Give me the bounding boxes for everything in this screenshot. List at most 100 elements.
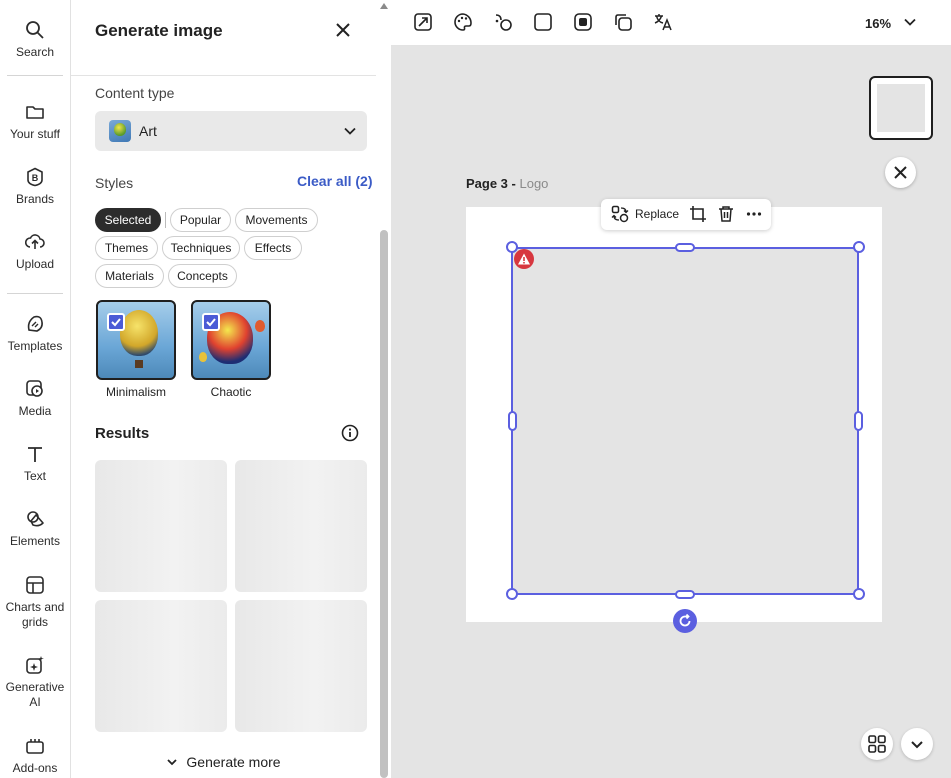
canvas-close-button[interactable] xyxy=(885,157,916,188)
rail-item-addons[interactable]: Add-ons xyxy=(0,736,70,776)
sparkle-icon xyxy=(26,656,44,674)
scroll-up-arrow-icon[interactable] xyxy=(380,3,388,9)
generate-more-button[interactable]: Generate more xyxy=(71,754,376,770)
result-placeholder[interactable] xyxy=(95,600,227,732)
templates-icon xyxy=(27,315,43,332)
animate-button[interactable] xyxy=(493,12,515,34)
effects-button[interactable] xyxy=(453,12,475,34)
rail-item-brands[interactable]: B Brands xyxy=(0,167,70,207)
border-button[interactable] xyxy=(533,12,555,34)
resize-handle-bottom-right[interactable] xyxy=(853,588,865,600)
chip-popular[interactable]: Popular xyxy=(170,208,231,232)
rail-label: Brands xyxy=(15,192,55,206)
chip-techniques[interactable]: Techniques xyxy=(162,236,240,260)
page-number: Page 3 - xyxy=(466,176,516,191)
chevron-down-icon xyxy=(911,741,923,749)
zoom-level[interactable]: 16% xyxy=(865,16,891,31)
floating-toolbar: Replace xyxy=(601,199,771,230)
info-icon[interactable] xyxy=(341,424,359,447)
resize-handle-top[interactable] xyxy=(675,243,695,252)
chip-movements[interactable]: Movements xyxy=(235,208,318,232)
style-name-chaotic: Chaotic xyxy=(210,385,252,399)
rail-item-generative-ai[interactable]: Generative AI xyxy=(0,655,70,710)
brand-icon: B xyxy=(27,167,43,187)
rail-label: Templates xyxy=(7,339,63,353)
panel-close-button[interactable] xyxy=(331,18,355,42)
mask-button[interactable] xyxy=(573,12,595,34)
chevron-down-icon[interactable] xyxy=(903,15,917,29)
shapes-icon xyxy=(495,14,512,31)
page-name: Logo xyxy=(519,176,549,191)
rail-label: Text xyxy=(23,469,46,483)
resize-handle-left[interactable] xyxy=(508,411,517,431)
warning-badge[interactable] xyxy=(514,249,534,269)
resize-button[interactable] xyxy=(413,12,435,34)
grid-icon xyxy=(868,735,886,753)
folder-icon xyxy=(26,106,44,119)
crop-button[interactable] xyxy=(689,205,707,223)
charts-icon xyxy=(26,576,44,594)
rail-item-charts[interactable]: Charts and grids xyxy=(0,575,70,630)
delete-button[interactable] xyxy=(717,205,735,223)
top-toolbar: 16% xyxy=(391,0,951,46)
chip-themes[interactable]: Themes xyxy=(95,236,158,260)
chevron-down-icon xyxy=(167,759,178,766)
panel-title: Generate image xyxy=(95,21,223,40)
chip-effects[interactable]: Effects xyxy=(244,236,302,260)
rail-label: Upload xyxy=(15,257,55,271)
scrollbar-thumb[interactable] xyxy=(380,230,388,778)
chip-selected[interactable]: Selected xyxy=(95,208,161,232)
selected-frame[interactable] xyxy=(511,247,859,595)
generate-more-label: Generate more xyxy=(186,754,281,770)
style-name-minimalism: Minimalism xyxy=(106,385,166,399)
more-options-button[interactable] xyxy=(745,205,763,223)
chevron-down-icon xyxy=(344,127,356,135)
page-thumbnail[interactable] xyxy=(869,76,933,140)
rail-divider xyxy=(7,75,63,76)
rail-label: Generative AI xyxy=(5,680,65,709)
resize-handle-right[interactable] xyxy=(854,411,863,431)
balloon-image xyxy=(120,310,158,356)
rotate-handle[interactable] xyxy=(673,609,697,633)
panel-scrollbar[interactable] xyxy=(377,0,391,778)
art-thumbnail xyxy=(109,120,131,142)
addons-icon xyxy=(26,739,44,754)
rail-item-media[interactable]: Media xyxy=(0,379,70,419)
replace-button[interactable] xyxy=(611,205,629,223)
checkmark-icon xyxy=(111,318,121,327)
rail-item-upload[interactable]: Upload xyxy=(0,232,70,272)
style-card-chaotic[interactable] xyxy=(191,300,271,380)
left-rail: Search Your stuff B Brands Upload Templa… xyxy=(0,0,71,778)
replace-label[interactable]: Replace xyxy=(635,207,679,221)
resize-handle-top-right[interactable] xyxy=(853,241,865,253)
rail-item-text[interactable]: Text xyxy=(0,444,70,484)
style-card-minimalism[interactable] xyxy=(96,300,176,380)
grid-view-button[interactable] xyxy=(861,728,893,760)
collapse-pages-button[interactable] xyxy=(901,728,933,760)
resize-icon xyxy=(414,13,432,31)
rail-item-your-stuff[interactable]: Your stuff xyxy=(0,102,70,142)
balloon-small xyxy=(199,352,207,362)
result-placeholder[interactable] xyxy=(235,600,367,732)
result-placeholder[interactable] xyxy=(235,460,367,592)
rail-label: Search xyxy=(15,45,55,59)
rail-item-elements[interactable]: Elements xyxy=(0,509,70,549)
result-placeholder[interactable] xyxy=(95,460,227,592)
translate-button[interactable] xyxy=(653,12,675,34)
mask-icon xyxy=(574,13,592,31)
rail-item-search[interactable]: Search xyxy=(0,20,70,60)
square-icon xyxy=(534,13,552,31)
basket xyxy=(135,360,143,368)
replace-icon xyxy=(611,205,629,223)
duplicate-button[interactable] xyxy=(613,12,635,34)
more-icon xyxy=(746,212,762,216)
resize-handle-bottom[interactable] xyxy=(675,590,695,599)
clear-all-link[interactable]: Clear all (2) xyxy=(297,173,372,189)
chip-separator xyxy=(165,212,166,228)
chip-materials[interactable]: Materials xyxy=(95,264,164,288)
rail-label: Add-ons xyxy=(12,761,58,775)
content-type-select[interactable]: Art xyxy=(95,111,367,151)
resize-handle-bottom-left[interactable] xyxy=(506,588,518,600)
chip-concepts[interactable]: Concepts xyxy=(168,264,237,288)
rail-item-templates[interactable]: Templates xyxy=(0,314,70,354)
